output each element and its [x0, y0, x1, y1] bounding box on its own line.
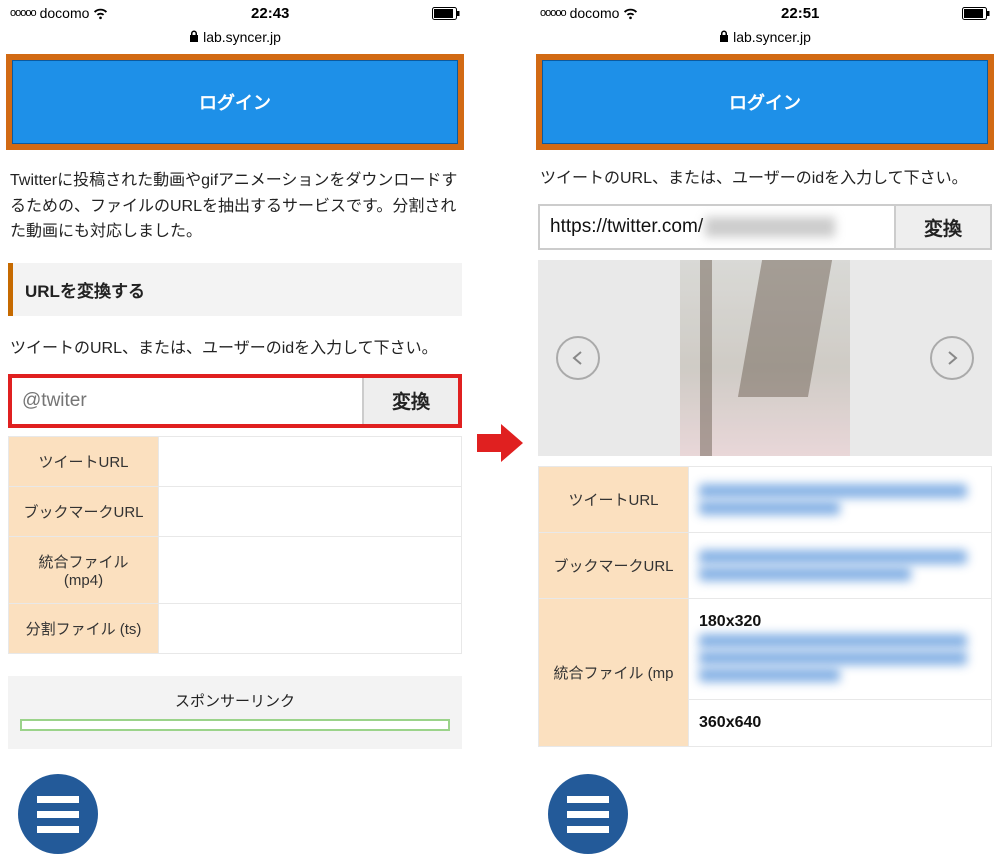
input-prompt: ツイートのURL、または、ユーザーのidを入力して下さい。: [0, 326, 470, 366]
convert-button[interactable]: 変換: [894, 206, 990, 248]
sponsor-section: スポンサーリンク: [8, 676, 462, 749]
carrier-label: docomo: [40, 5, 90, 21]
status-time: 22:43: [251, 5, 289, 22]
redacted-text: [705, 217, 835, 237]
battery-icon: [432, 7, 460, 20]
menu-fab-button[interactable]: [18, 774, 98, 854]
carousel-prev-button[interactable]: [556, 336, 600, 380]
video-thumbnail[interactable]: [680, 260, 850, 456]
browser-url-bar: lab.syncer.jp: [530, 26, 1000, 48]
signal-dots-icon: ooooo: [10, 7, 36, 19]
screen-before: ooooo docomo 22:43 lab.syncer.jp ログイン Tw…: [0, 0, 470, 854]
carousel-next-button[interactable]: [930, 336, 974, 380]
url-input-row: 変換: [8, 374, 462, 428]
wifi-icon: [623, 5, 638, 21]
menu-fab-button[interactable]: [548, 774, 628, 854]
login-button[interactable]: ログイン: [12, 60, 458, 144]
convert-button[interactable]: 変換: [362, 378, 458, 424]
url-input[interactable]: [12, 378, 362, 424]
table-row: ブックマークURL: [9, 486, 462, 536]
carrier-label: docomo: [570, 5, 620, 21]
section-header-convert: URLを変換する: [8, 263, 462, 316]
label-split-file: 分割ファイル (ts): [9, 603, 159, 653]
status-time: 22:51: [781, 5, 819, 22]
hamburger-icon: [567, 796, 609, 803]
lock-icon: [719, 29, 729, 45]
login-container: ログイン: [536, 54, 994, 150]
login-button[interactable]: ログイン: [542, 60, 988, 144]
url-input-row: https://twitter.com/ 変換: [538, 204, 992, 250]
service-description: Twitterに投稿された動画やgifアニメーションをダウンロードするための、フ…: [0, 156, 470, 257]
table-row: ブックマークURL: [539, 533, 992, 599]
label-bookmark-url: ブックマークURL: [9, 486, 159, 536]
value-bookmark-url[interactable]: [689, 533, 992, 599]
browser-url-bar: lab.syncer.jp: [0, 26, 470, 48]
video-carousel: [538, 260, 992, 456]
url-text: lab.syncer.jp: [733, 29, 811, 45]
input-prompt: ツイートのURL、または、ユーザーのidを入力して下さい。: [530, 156, 1000, 196]
label-bookmark-url: ブックマークURL: [539, 533, 689, 599]
results-table: ツイートURL ブックマークURL 統合ファイル (mp 180x320 360…: [538, 466, 992, 747]
wifi-icon: [93, 5, 108, 21]
value-tweet-url[interactable]: [689, 467, 992, 533]
table-row: 統合ファイル (mp 180x320: [539, 599, 992, 700]
arrow-right-icon: [477, 420, 523, 466]
table-row: ツイートURL: [9, 436, 462, 486]
login-container: ログイン: [6, 54, 464, 150]
signal-dots-icon: ooooo: [540, 7, 566, 19]
url-text: lab.syncer.jp: [203, 29, 281, 45]
value-res-1[interactable]: 180x320: [689, 599, 992, 700]
battery-icon: [962, 7, 990, 20]
label-combined-file: 統合ファイル (mp: [539, 599, 689, 747]
label-tweet-url: ツイートURL: [539, 467, 689, 533]
label-combined-file: 統合ファイル (mp4): [9, 536, 159, 603]
results-table: ツイートURL ブックマークURL 統合ファイル (mp4) 分割ファイル (t…: [8, 436, 462, 654]
sponsor-label: スポンサーリンク: [175, 693, 295, 710]
table-row: 統合ファイル (mp4): [9, 536, 462, 603]
table-row: ツイートURL: [539, 467, 992, 533]
lock-icon: [189, 29, 199, 45]
value-res-2[interactable]: 360x640: [689, 700, 992, 747]
url-input[interactable]: https://twitter.com/: [540, 206, 894, 248]
sponsor-ad-placeholder: [20, 719, 450, 731]
screen-after: ooooo docomo 22:51 lab.syncer.jp ログイン ツイ…: [530, 0, 1000, 854]
status-bar: ooooo docomo 22:43: [0, 0, 470, 26]
table-row: 分割ファイル (ts): [9, 603, 462, 653]
hamburger-icon: [37, 796, 79, 803]
status-bar: ooooo docomo 22:51: [530, 0, 1000, 26]
label-tweet-url: ツイートURL: [9, 436, 159, 486]
